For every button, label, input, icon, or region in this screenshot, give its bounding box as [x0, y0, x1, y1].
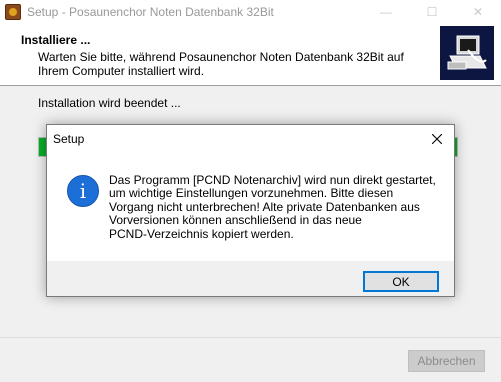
setup-info-dialog: Setup i Das Programm [PCND Notenarchiv] …	[46, 124, 455, 297]
info-icon: i	[67, 175, 99, 207]
page-subtitle: Warten Sie bitte, während Posaunenchor N…	[38, 50, 404, 78]
dialog-message: Das Programm [PCND Notenarchiv] wird nun…	[109, 173, 436, 241]
close-icon	[432, 134, 442, 144]
maximize-button[interactable]: ☐	[409, 0, 455, 24]
window-controls: — ☐ ✕	[363, 0, 501, 24]
dialog-titlebar: Setup	[47, 125, 454, 153]
page-title: Installiere ...	[21, 33, 91, 47]
dialog-button-bar: OK	[47, 261, 454, 296]
close-button[interactable]: ✕	[455, 0, 501, 24]
window-titlebar: Setup - Posaunenchor Noten Datenbank 32B…	[0, 0, 501, 24]
window-title: Setup - Posaunenchor Noten Datenbank 32B…	[27, 5, 274, 19]
footer-divider	[0, 337, 501, 338]
installer-computer-icon	[440, 26, 494, 80]
dialog-title: Setup	[53, 132, 85, 146]
cancel-button[interactable]: Abbrechen	[408, 350, 485, 372]
app-icon	[5, 4, 21, 20]
ok-button[interactable]: OK	[363, 271, 439, 292]
install-status: Installation wird beendet ...	[38, 96, 181, 110]
dialog-close-button[interactable]	[420, 125, 454, 153]
installer-header: Installiere ... Warten Sie bitte, währen…	[0, 24, 501, 86]
minimize-button[interactable]: —	[363, 0, 409, 24]
